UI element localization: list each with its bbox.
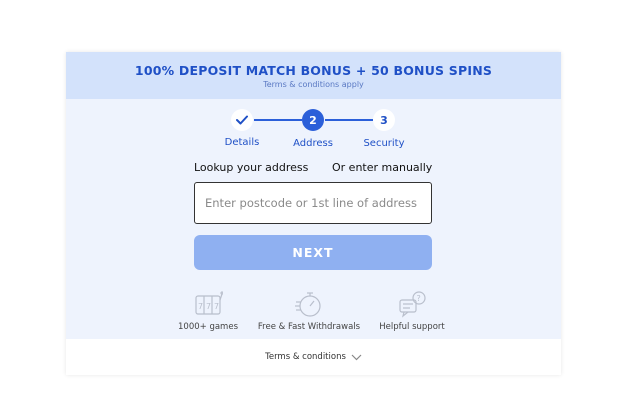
enter-manually-link[interactable]: Or enter manually	[332, 161, 432, 174]
svg-text:7: 7	[206, 302, 211, 311]
svg-text:7: 7	[214, 302, 219, 311]
bonus-title: 100% DEPOSIT MATCH BONUS + 50 BONUS SPIN…	[134, 63, 493, 78]
feature-games: 7 7 7 1000+ games	[178, 290, 238, 332]
signup-card: 100% DEPOSIT MATCH BONUS + 50 BONUS SPIN…	[66, 52, 561, 375]
feature-withdrawals: Free & Fast Withdrawals	[254, 290, 364, 332]
step-details-label: Details	[224, 137, 260, 148]
step-connector	[325, 119, 373, 121]
step-address-label: Address	[293, 138, 333, 149]
step-security-label: Security	[363, 138, 405, 149]
terms-toggle[interactable]: Terms & conditions	[66, 339, 561, 375]
step-security-circle: 3	[373, 109, 395, 131]
checkmark-icon	[236, 115, 248, 125]
address-search-input[interactable]	[194, 182, 432, 224]
stopwatch-icon	[295, 292, 321, 317]
feature-support-label: Helpful support	[379, 322, 445, 332]
slot-machine-icon: 7 7 7	[195, 291, 223, 315]
step-details-circle	[231, 109, 253, 131]
svg-text:?: ?	[417, 294, 421, 303]
step-address-circle: 2	[302, 109, 324, 131]
step-connector	[254, 119, 302, 121]
feature-support: ? Helpful support	[372, 290, 452, 332]
bonus-banner: 100% DEPOSIT MATCH BONUS + 50 BONUS SPIN…	[66, 52, 561, 99]
feature-games-label: 1000+ games	[178, 322, 238, 332]
terms-label: Terms & conditions	[265, 352, 346, 362]
support-chat-icon: ?	[399, 291, 426, 318]
svg-text:7: 7	[198, 302, 203, 311]
next-button[interactable]: NEXT	[194, 235, 432, 270]
bonus-terms-note: Terms & conditions apply	[263, 80, 364, 89]
chevron-down-icon	[351, 354, 362, 360]
feature-withdrawals-label: Free & Fast Withdrawals	[257, 322, 361, 332]
lookup-address-tab[interactable]: Lookup your address	[194, 161, 308, 174]
